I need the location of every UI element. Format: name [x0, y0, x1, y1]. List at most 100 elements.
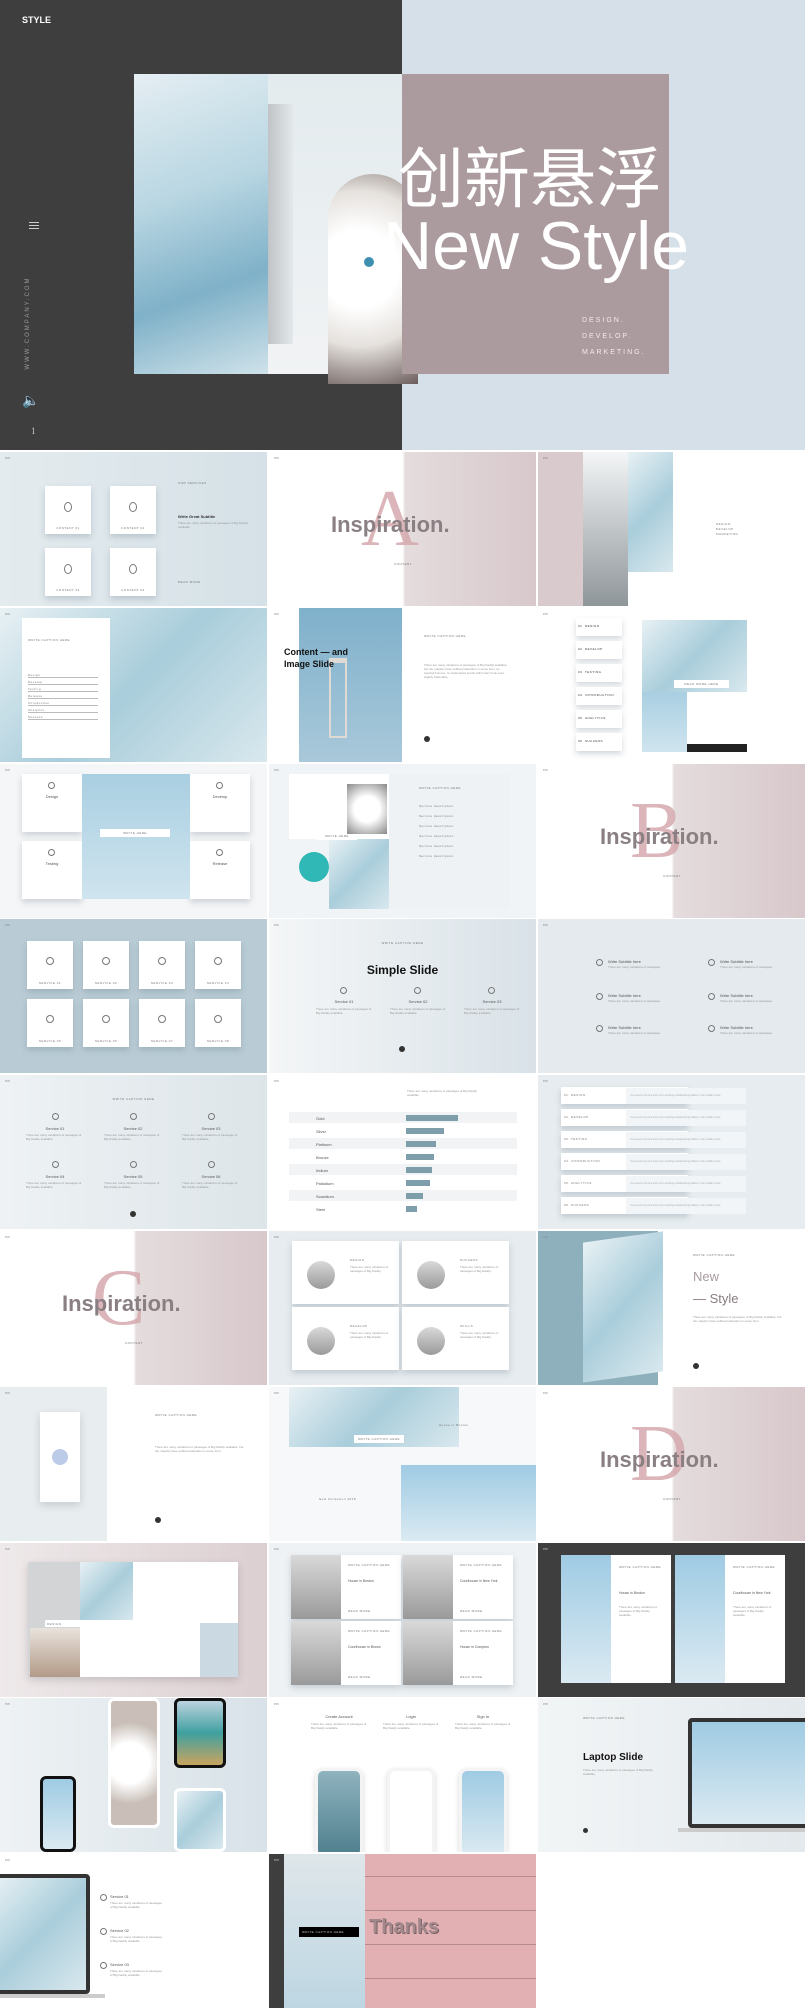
- title-2: New Collection 2018: [319, 1496, 357, 1501]
- section-label: WRITE CAPTION HERE: [381, 941, 424, 946]
- slide-thumbnail[interactable]: WRITE CAPTION HERE New — Style There are ma…: [538, 1231, 805, 1385]
- slide-thumbnail[interactable]: DESIGN DEVELOP MARKETING PW: [538, 452, 805, 606]
- list-card: 06. SUCCESS: [576, 732, 622, 751]
- slide-thumbnail[interactable]: CONTENT 01 CONTENT 02 CONTENT 03 CONTENT 04…: [0, 452, 267, 606]
- slide-mark: PW: [274, 456, 279, 460]
- slide-thumbnail[interactable]: 01. DESIGN You need to be sure there isn'…: [538, 1075, 805, 1230]
- service-icon: [102, 1015, 110, 1024]
- service-text: There are many variations of passages of…: [110, 1901, 162, 1910]
- phone: [315, 1768, 363, 1853]
- section-text: There are many variations of passages of…: [383, 1722, 439, 1731]
- service-title: Service 03: [482, 999, 502, 1005]
- laptop-base: [678, 1828, 805, 1833]
- slide-thumbnail[interactable]: WRITE CAPTION HERE Laptop Slide There are …: [538, 1698, 805, 1853]
- slide-thumbnail[interactable]: PW WRITE CAPTION HERE Thanks: [269, 1854, 536, 2009]
- person-photo: [291, 1554, 341, 1619]
- profile-title: SUCCESS: [460, 1258, 479, 1262]
- bar-category-label: Steel: [316, 1207, 326, 1213]
- service-icon: [596, 959, 603, 967]
- dot: [583, 1828, 588, 1834]
- phone: [40, 1776, 76, 1853]
- slide-thumbnail[interactable]: Design Develop Testing Release WRITE HERE PW: [0, 763, 267, 918]
- slide-thumbnail[interactable]: Service 01 There are many variations of p…: [0, 1854, 267, 2009]
- bike-photo: [687, 691, 747, 752]
- list-card: 04. INTRODUCTION: [576, 686, 622, 705]
- service-title: Service 03: [110, 1962, 129, 1968]
- title-line1: New: [693, 1269, 720, 1284]
- card-label: SERVICE 08: [206, 1039, 230, 1044]
- phone: [459, 1768, 507, 1853]
- slide-thumbnail[interactable]: D Inspiration. CONTENT PW: [538, 1386, 805, 1541]
- slide-thumbnail[interactable]: WRITE CAPTION HERE Simple Slide Service 01…: [269, 919, 536, 1074]
- body-text: There are many variations of passages of…: [155, 1444, 244, 1453]
- row-desc: You need to be sure there isn't anything…: [626, 1110, 746, 1127]
- menu-icon[interactable]: [29, 220, 39, 231]
- service-text: There are many variations of passages of…: [104, 1181, 160, 1190]
- subtitle-text: There are many variations of passages.: [608, 965, 661, 970]
- service-icon: [708, 959, 715, 967]
- slide-title: Laptop Slide: [583, 1752, 643, 1764]
- list-card: 05. ANALYTICS: [576, 709, 622, 728]
- service-icon: [100, 1962, 107, 1970]
- speaker-icon[interactable]: 🔈: [22, 392, 39, 409]
- slide-thumbnail[interactable]: WRITE HERE WRITE CAPTION HERE Service desc…: [269, 763, 536, 918]
- section-label: WRITE CAPTION HERE: [583, 1716, 626, 1721]
- slide-thumbnail[interactable]: 01. DESIGN 02. DEVELOP 03. TESTING 04. INTR…: [538, 607, 805, 762]
- slide-thumbnail[interactable]: WRITE CAPTION HERE Service 01 There are ma…: [0, 1075, 267, 1230]
- slide-thumbnail[interactable]: PW WRITE CAPTION HERE House in Boston There…: [538, 1542, 805, 1697]
- subtitle-text: There are many variations of passages.: [608, 999, 661, 1004]
- slide-title: Inspiration.: [62, 1291, 181, 1316]
- list-label: 06. SUCCESS: [578, 738, 604, 743]
- subtitle: Write Subtitle here: [608, 959, 641, 965]
- service-card: SERVICE 04: [195, 941, 241, 990]
- profile-title: SKILLS: [460, 1324, 474, 1328]
- content-card: CONTENT 01: [45, 486, 91, 534]
- profile-title: DESIGN: [350, 1258, 365, 1262]
- profile-text: There are many variations of passages of…: [460, 1331, 499, 1339]
- list-item: Service description: [419, 823, 454, 828]
- list-label: 05. ANALYTICS: [578, 715, 606, 720]
- dot: [130, 1211, 136, 1218]
- slide-thumbnail[interactable]: B Inspiration. CONTENT PW: [538, 763, 805, 918]
- bar-category-label: Silver: [316, 1129, 327, 1135]
- slide-thumbnail[interactable]: DESIGN There are many variations of passa…: [269, 1231, 536, 1385]
- slide-thumbnail[interactable]: PW: [0, 1698, 267, 1853]
- slide-mark: PW: [543, 1390, 548, 1395]
- slide-mark: PW: [5, 611, 10, 616]
- profile-text: There are many variations of passages of…: [350, 1265, 389, 1273]
- slide-thumbnail[interactable]: C Inspiration. CONTENT PW: [0, 1231, 267, 1385]
- profile-text: There are many variations of passages of…: [350, 1331, 389, 1339]
- slide-thumbnail[interactable]: WRITE CAPTION HERE There are many variati…: [0, 1386, 267, 1541]
- feature-title: Develop: [212, 793, 228, 799]
- slide-thumbnail[interactable]: A Inspiration. CONTENT PW: [269, 452, 536, 606]
- slide-thumbnail[interactable]: Content — and Image Slide WRITE CAPTION H…: [269, 607, 536, 762]
- service-text: There are many variations of passages of…: [182, 1133, 238, 1142]
- card-text: There are many variations of passages of…: [619, 1604, 658, 1617]
- slide-mark: PW: [5, 1390, 10, 1395]
- phone: [174, 1788, 226, 1853]
- row-label: 02. DEVELOP: [564, 1115, 589, 1120]
- content-card: CONTENT 02: [110, 486, 156, 534]
- slide-thumbnail[interactable]: SERVICE 01 SERVICE 02 SERVICE 03 SERVICE 04…: [0, 919, 267, 1074]
- service-card: SERVICE 03: [139, 941, 185, 990]
- stool-photo: [642, 691, 687, 752]
- card-label: CONTENT 04: [121, 588, 145, 592]
- slide-mark: PW: [274, 1702, 279, 1707]
- dot: [399, 1046, 405, 1053]
- service-title: Service 02: [123, 1126, 143, 1132]
- slide-thumbnail[interactable]: There are many variations of passages of…: [269, 1075, 536, 1230]
- caption-box: WRITE CAPTION HERE: [354, 1434, 404, 1443]
- section-title: Login: [406, 1714, 416, 1720]
- subtitle: Write Subtitle here: [608, 993, 641, 999]
- slide-thumbnail[interactable]: Write Subtitle here There are many variat…: [538, 919, 805, 1074]
- slide-thumbnail[interactable]: WRITE CAPTION HERE House in Boston READ MO…: [269, 1542, 536, 1697]
- slide-thumbnail[interactable]: DESIGN PW: [0, 1542, 267, 1697]
- slide-thumbnail[interactable]: WRITE CAPTION HERE House in Boston New Col…: [269, 1386, 536, 1541]
- slide-thumbnail[interactable]: Create Account There are many variations …: [269, 1698, 536, 1853]
- ice-photo: [329, 838, 389, 909]
- slide-thumbnail[interactable]: WRITE CAPTION HERE Design Develop Testing Re…: [0, 607, 267, 762]
- service-text: There are many variations of passages of…: [104, 1133, 160, 1142]
- service-icon: [208, 1113, 215, 1121]
- caption-bar: WRITE CAPTION HERE: [299, 1927, 359, 1938]
- slide-mark: PW: [5, 456, 10, 460]
